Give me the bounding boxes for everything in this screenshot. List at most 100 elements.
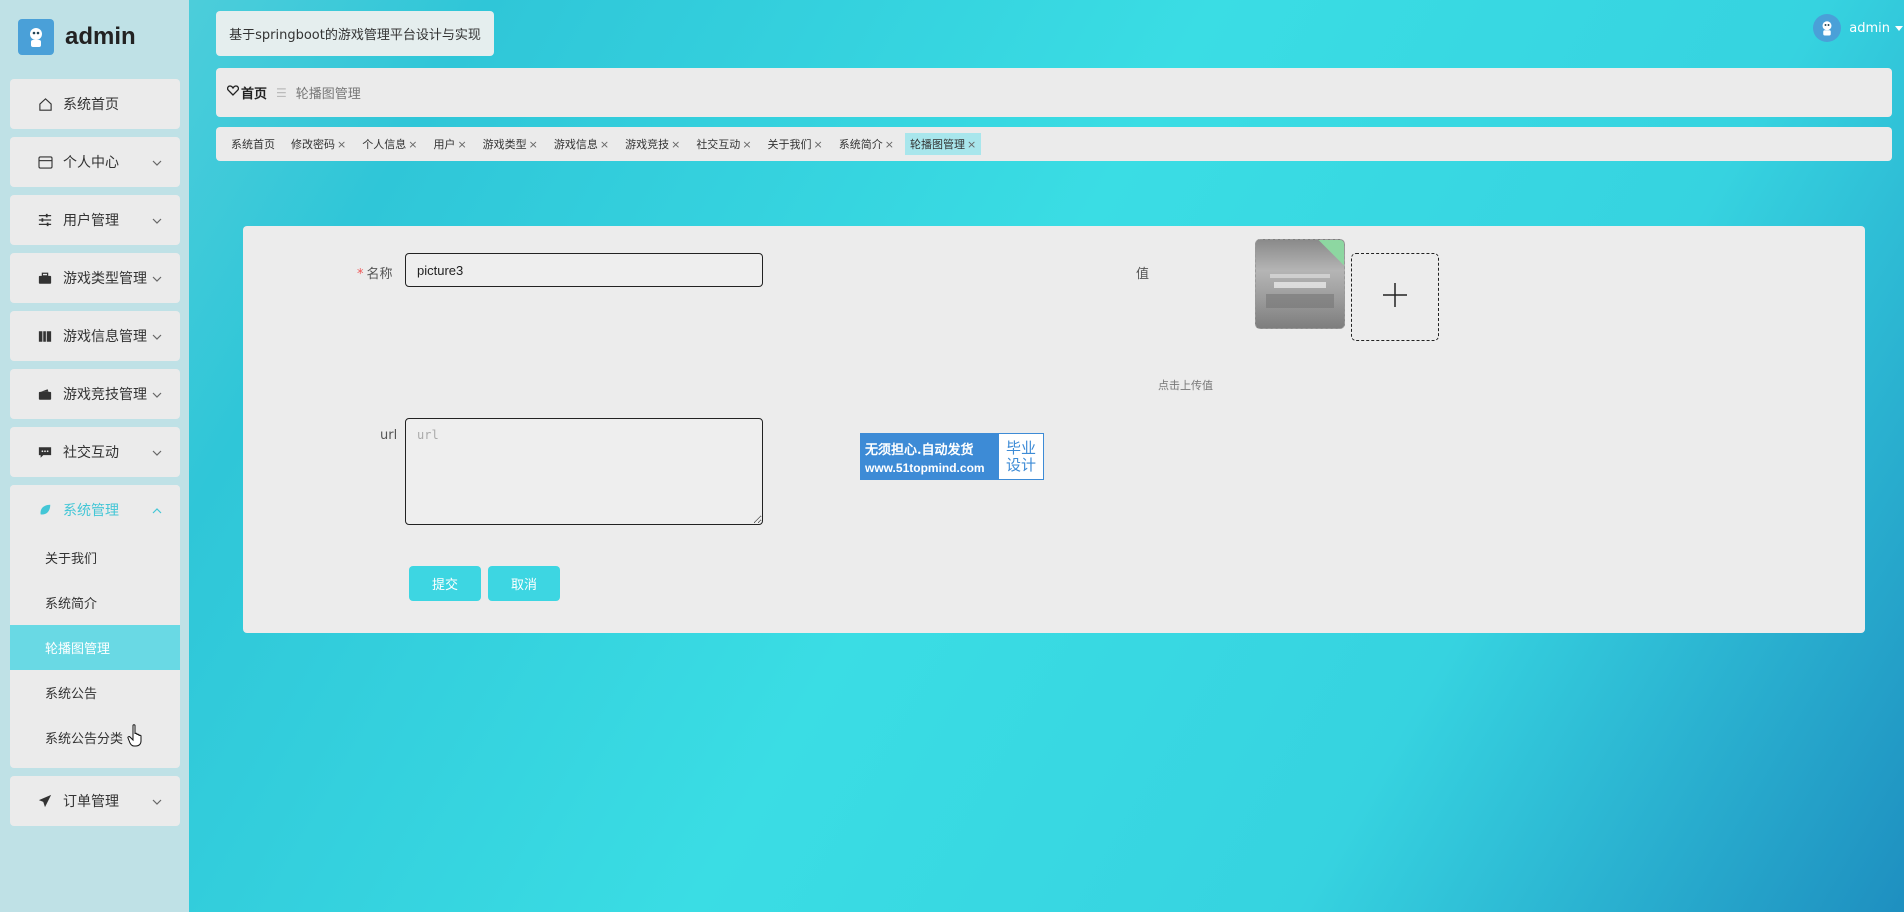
submit-button[interactable]: 提交 <box>409 566 481 601</box>
plus-icon <box>1382 282 1408 312</box>
chevron-up-icon <box>152 503 162 519</box>
sidebar: admin 系统首页 个人中心 用户管理 游戏类型管理 游戏信息管理 游戏竞技管… <box>0 0 189 912</box>
tab-label: 游戏竞技 <box>625 138 670 151</box>
close-icon[interactable]: × <box>671 138 680 151</box>
sidebar-item-social[interactable]: 社交互动 <box>10 427 180 477</box>
user-menu[interactable]: admin <box>1813 14 1904 42</box>
card-icon <box>37 154 53 170</box>
tab-item[interactable]: 社交互动 × <box>691 133 756 155</box>
sidebar-item-personal-center[interactable]: 个人中心 <box>10 137 180 187</box>
upload-hint: 点击上传值 <box>1158 379 1213 392</box>
chevron-down-icon <box>152 794 162 810</box>
tab-label: 关于我们 <box>767 138 812 151</box>
tab-label: 社交互动 <box>696 138 741 151</box>
form-panel: *名称 值 点击上传值 url 无须担心.自动发货 www.51topmind.… <box>243 226 1865 633</box>
breadcrumb-home-label: 首页 <box>241 87 268 102</box>
tab-item[interactable]: 修改密码 × <box>286 133 351 155</box>
tab-item[interactable]: 系统简介 × <box>834 133 899 155</box>
required-mark: * <box>357 267 364 282</box>
watermark-line2: www.51topmind.com <box>865 460 985 475</box>
tab-item[interactable]: 游戏信息 × <box>549 133 614 155</box>
chat-icon <box>37 444 53 460</box>
breadcrumb-current: 轮播图管理 <box>295 87 361 102</box>
close-icon[interactable]: × <box>885 138 894 151</box>
close-icon[interactable]: × <box>457 138 466 151</box>
heart-icon <box>226 85 240 100</box>
hand-cursor-icon <box>127 724 145 752</box>
close-icon[interactable]: × <box>600 138 609 151</box>
username: admin <box>1849 20 1890 36</box>
cancel-button[interactable]: 取消 <box>488 566 560 601</box>
chevron-down-icon <box>152 387 162 403</box>
chevron-down-icon <box>152 329 162 345</box>
chevron-down-icon <box>152 445 162 461</box>
sidebar-item-game-info[interactable]: 游戏信息管理 <box>10 311 180 361</box>
sidebar-menu: 系统首页 个人中心 用户管理 游戏类型管理 游戏信息管理 游戏竞技管理 社交互动… <box>10 79 180 834</box>
close-icon[interactable]: × <box>814 138 823 151</box>
sidebar-item-label: 个人中心 <box>63 155 119 171</box>
sidebar-item-label: 游戏信息管理 <box>63 329 147 345</box>
sidebar-item-label: 游戏竞技管理 <box>63 387 147 403</box>
watermark-side2: 设计 <box>1005 455 1036 474</box>
watermark-right: 毕业 设计 <box>999 434 1043 479</box>
leaf-icon <box>37 502 53 518</box>
watermark-left: 无须担心.自动发货 www.51topmind.com <box>861 434 999 479</box>
close-icon[interactable]: × <box>408 138 417 151</box>
brand: admin <box>18 17 136 57</box>
tab-label: 系统简介 <box>838 138 883 151</box>
sidebar-subitem-about[interactable]: 关于我们 <box>10 535 180 580</box>
sidebar-item-label: 游戏类型管理 <box>63 271 147 287</box>
tab-item[interactable]: 游戏类型 × <box>478 133 543 155</box>
close-icon[interactable]: × <box>337 138 346 151</box>
tab-label: 游戏信息 <box>553 138 598 151</box>
watermark-side1: 毕业 <box>1005 438 1036 457</box>
sidebar-item-game-types[interactable]: 游戏类型管理 <box>10 253 180 303</box>
tab-item[interactable]: 游戏竞技 × <box>620 133 685 155</box>
uploaded-image-thumbnail[interactable] <box>1255 239 1345 329</box>
sidebar-item-users[interactable]: 用户管理 <box>10 195 180 245</box>
site-title: 基于springboot的游戏管理平台设计与实现 <box>216 11 494 56</box>
tab-label: 个人信息 <box>362 138 407 151</box>
sidebar-item-game-competition[interactable]: 游戏竞技管理 <box>10 369 180 419</box>
tab-item[interactable]: 关于我们 × <box>763 133 828 155</box>
upload-button[interactable] <box>1351 253 1439 341</box>
sidebar-subitem-notice[interactable]: 系统公告 <box>10 670 180 715</box>
watermark-line1: 无须担心.自动发货 <box>865 442 974 458</box>
avatar-logo-icon <box>18 19 54 55</box>
tab-item[interactable]: 轮播图管理 × <box>904 133 982 155</box>
upload-success-badge <box>1318 240 1344 266</box>
url-textarea[interactable] <box>405 418 763 525</box>
avatar <box>1813 14 1842 42</box>
chevron-down-icon <box>152 213 162 229</box>
sidebar-item-system-management[interactable]: 系统管理 <box>10 485 180 535</box>
breadcrumb-home[interactable]: 首页 <box>226 83 268 102</box>
watermark-badge: 无须担心.自动发货 www.51topmind.com 毕业 设计 <box>860 433 1044 480</box>
sidebar-item-orders[interactable]: 订单管理 <box>10 776 180 826</box>
tab-label: 系统首页 <box>231 138 275 151</box>
sidebar-subitem-intro[interactable]: 系统简介 <box>10 580 180 625</box>
tab-label: 轮播图管理 <box>909 138 965 151</box>
sidebar-item-label: 社交互动 <box>63 445 119 461</box>
sidebar-item-home[interactable]: 系统首页 <box>10 79 180 129</box>
name-label-text: 名称 <box>366 267 393 282</box>
sidebar-item-label: 订单管理 <box>63 794 119 810</box>
name-input[interactable] <box>405 253 763 287</box>
tab-item[interactable]: 个人信息 × <box>357 133 422 155</box>
close-icon[interactable]: × <box>742 138 751 151</box>
tab-bar: 系统首页 修改密码 × 个人信息 × 用户 × 游戏类型 × 游戏信息 × 游戏竞技 × 社交互动 × 关于我… <box>216 127 1892 161</box>
sidebar-subitem-notice-category[interactable]: 系统公告分类 <box>10 715 180 760</box>
home-icon <box>37 96 53 112</box>
sidebar-group-system: 系统管理 关于我们 系统简介 轮播图管理 系统公告 系统公告分类 <box>10 485 180 768</box>
breadcrumb-separator-icon: ☰ <box>276 85 287 100</box>
tab-label: 用户 <box>433 138 456 151</box>
tab-label: 游戏类型 <box>482 138 527 151</box>
game-cover-image <box>1266 274 1334 308</box>
close-icon[interactable]: × <box>967 138 976 151</box>
books-icon <box>37 328 53 344</box>
tab-label: 修改密码 <box>291 138 335 151</box>
sliders-icon <box>37 212 53 228</box>
tab-item[interactable]: 系统首页 <box>226 133 280 155</box>
sidebar-subitem-carousel[interactable]: 轮播图管理 <box>10 625 180 670</box>
close-icon[interactable]: × <box>529 138 538 151</box>
tab-item[interactable]: 用户 × <box>428 133 471 155</box>
